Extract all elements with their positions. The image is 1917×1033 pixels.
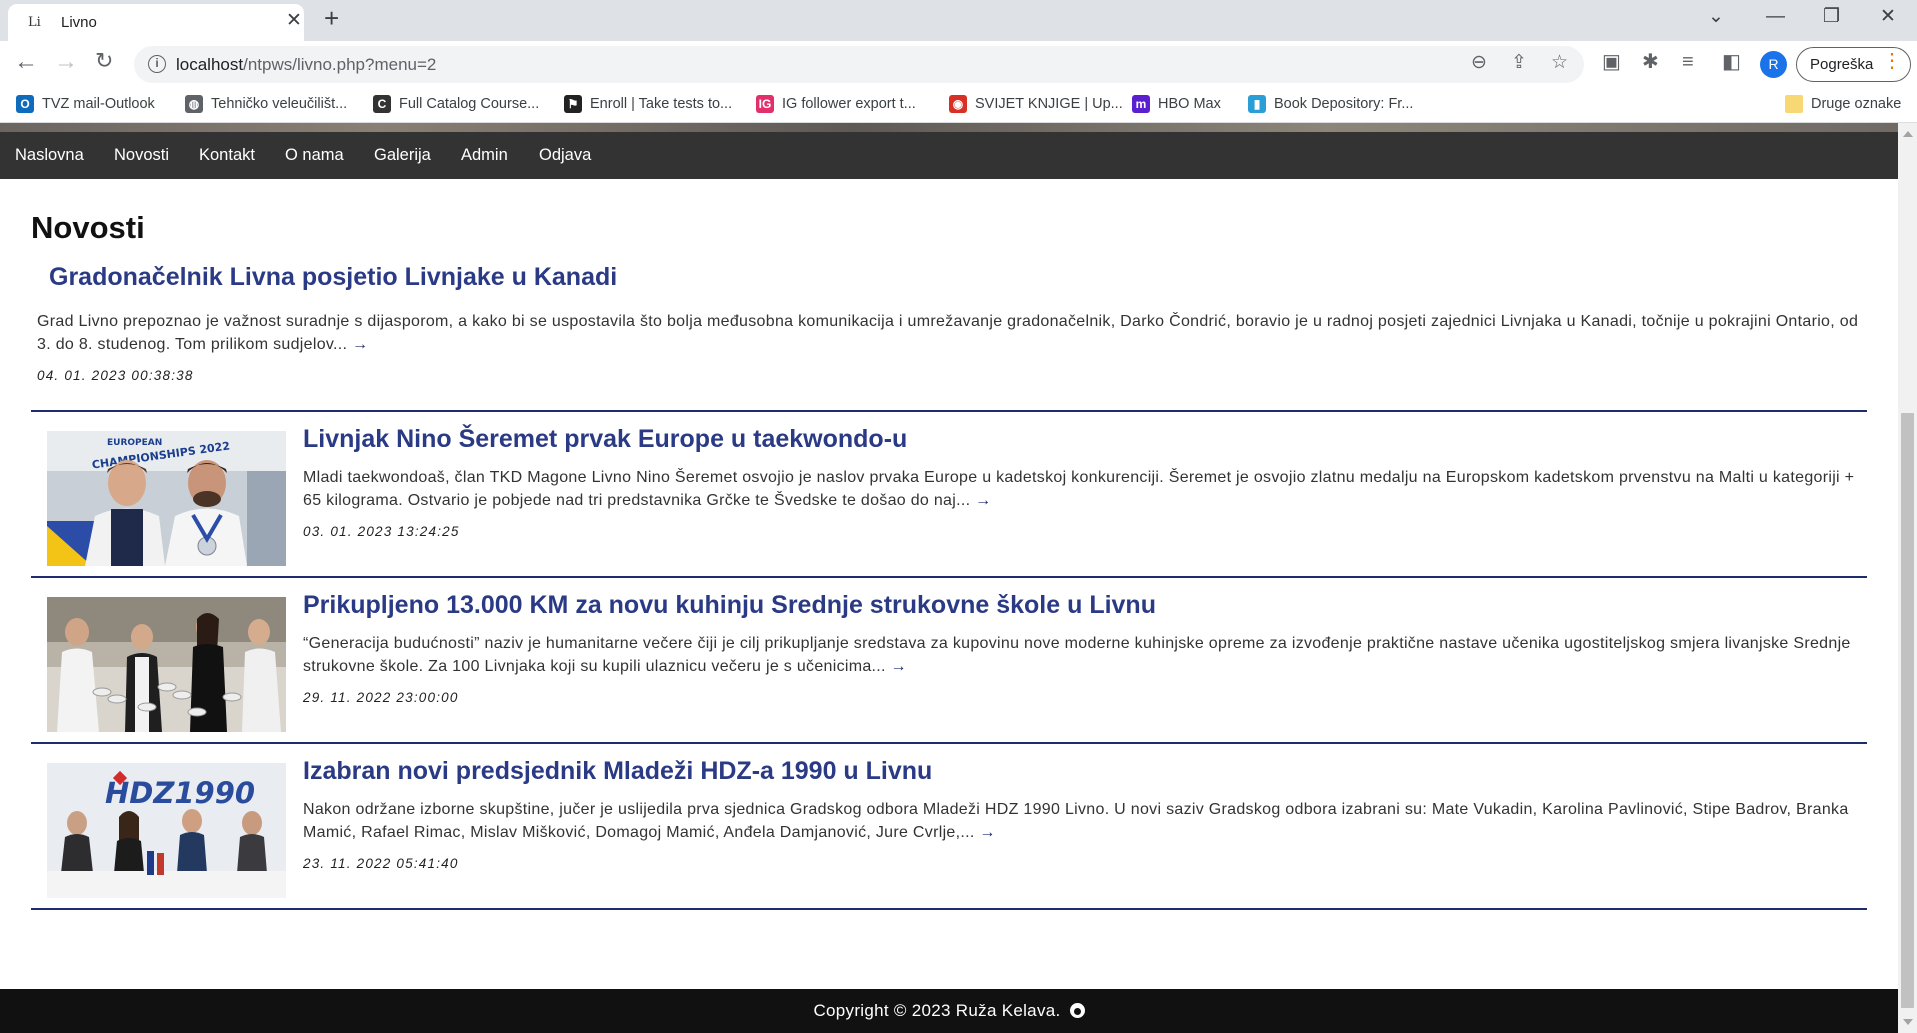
url-text[interactable]: localhost/ntpws/livno.php?menu=2: [176, 55, 436, 75]
nav-link-kontakt[interactable]: Kontakt: [199, 146, 255, 165]
address-bar[interactable]: i localhost/ntpws/livno.php?menu=2 ⊖ ⇪ ☆: [134, 46, 1584, 83]
main-navbar: Naslovna Novosti Kontakt O nama Galerija Admi…: [0, 132, 1898, 179]
article-excerpt: Mladi taekwondoaš, član TKD Magone Livno…: [303, 469, 1855, 509]
extension-icon[interactable]: ▣: [1602, 52, 1621, 72]
article-thumbnail[interactable]: EUROPEAN CHAMPIONSHIPS 2022: [47, 431, 286, 566]
read-more-arrow-icon[interactable]: →: [891, 658, 907, 675]
page-viewport: Naslovna Novosti Kontakt O nama Galerija Admi…: [0, 123, 1898, 1033]
bookmark-star-icon[interactable]: ☆: [1551, 53, 1568, 72]
read-more-arrow-icon[interactable]: →: [975, 492, 991, 509]
article-excerpt: Grad Livno prepoznao je važnost suradnje…: [37, 313, 1859, 353]
footer-copyright: Copyright © 2023 Ruža Kelava.: [0, 1001, 1898, 1021]
book-depository-icon: ▮: [1248, 95, 1266, 113]
folder-icon: [1785, 95, 1803, 113]
article-thumbnail[interactable]: HDZ1990: [47, 763, 286, 898]
github-icon[interactable]: [1069, 1003, 1085, 1018]
news-article: Gradonačelnik Livna posjetio Livnjake u …: [31, 258, 1867, 412]
bookmark-item[interactable]: ⚑ Enroll | Take tests to...: [564, 95, 732, 117]
article-title[interactable]: Gradonačelnik Livna posjetio Livnjake u …: [49, 263, 617, 292]
nav-link-o-nama[interactable]: O nama: [285, 146, 344, 165]
bookmark-item[interactable]: IG IG follower export t...: [756, 95, 916, 117]
puzzle-extensions-icon[interactable]: ✱: [1642, 52, 1659, 72]
hdz-meeting-photo: HDZ1990: [47, 763, 286, 898]
bookmarks-bar: Druge oznake O TVZ mail-Outlook ◍ Tehničko …: [0, 89, 1917, 123]
more-menu-icon: ⋮: [1882, 50, 1902, 72]
nav-link-naslovna[interactable]: Naslovna: [15, 146, 84, 165]
minimize-icon[interactable]: —: [1766, 7, 1785, 26]
bookmark-item[interactable]: ◍ Tehničko veleučilišt...: [185, 95, 347, 117]
article-date: 04. 01. 2023 00:38:38: [37, 368, 194, 383]
news-article: Prikupljeno 13.000 KM za novu kuhinju Sr…: [31, 580, 1867, 744]
browser-tabstrip: Li Livno ✕ + ⌄ — ❐ ✕: [0, 0, 1917, 41]
catalog-icon: C: [373, 95, 391, 113]
page-scrollbar[interactable]: [1898, 123, 1917, 1033]
tab-title: Livno: [61, 14, 97, 31]
article-date: 23. 11. 2022 05:41:40: [303, 856, 459, 871]
tab-favicon-icon: Li: [28, 15, 41, 30]
read-more-arrow-icon[interactable]: →: [352, 336, 368, 353]
tab-close-icon[interactable]: ✕: [286, 11, 302, 30]
scroll-down-icon[interactable]: [1903, 1019, 1913, 1025]
article-title[interactable]: Izabran novi predsjednik Mladeži HDZ-a 1…: [303, 757, 932, 786]
news-article: HDZ1990 Izabran novi predsjednik Mladeži…: [31, 746, 1867, 910]
bookmark-item[interactable]: m HBO Max: [1132, 95, 1221, 117]
browser-toolbar: ← → ↻ i localhost/ntpws/livno.php?menu=2…: [0, 41, 1917, 89]
article-excerpt: “Generacija budućnosti” naziv je humanit…: [303, 635, 1851, 675]
ig-export-icon: IG: [756, 95, 774, 113]
kitchen-dinner-photo: [47, 597, 286, 732]
read-more-arrow-icon[interactable]: →: [979, 824, 995, 841]
header-image-strip: [0, 123, 1898, 132]
other-bookmarks-folder[interactable]: Druge oznake: [1785, 95, 1901, 117]
scroll-up-icon[interactable]: [1903, 131, 1913, 137]
media-control-icon[interactable]: ≡: [1682, 52, 1694, 72]
hbo-max-icon: m: [1132, 95, 1150, 113]
new-tab-icon[interactable]: +: [324, 5, 339, 31]
browser-tab[interactable]: Li Livno ✕: [8, 4, 304, 41]
forward-icon[interactable]: →: [54, 50, 78, 74]
svijet-knjige-icon: ◉: [949, 95, 967, 113]
back-icon[interactable]: ←: [14, 50, 38, 74]
photo-banner-text: EUROPEAN: [107, 438, 162, 448]
site-info-icon[interactable]: i: [148, 55, 166, 73]
page-footer: Copyright © 2023 Ruža Kelava.: [0, 989, 1898, 1033]
nav-link-galerija[interactable]: Galerija: [374, 146, 431, 165]
bookmark-item[interactable]: ◉ SVIJET KNJIGE | Up...: [949, 95, 1123, 117]
enroll-icon: ⚑: [564, 95, 582, 113]
nav-link-novosti[interactable]: Novosti: [114, 146, 169, 165]
news-article: EUROPEAN CHAMPIONSHIPS 2022 Livnjak Nino…: [31, 414, 1867, 578]
scrollbar-thumb[interactable]: [1901, 413, 1914, 1008]
side-panel-icon[interactable]: ◧: [1722, 52, 1741, 72]
window-close-icon[interactable]: ✕: [1880, 7, 1896, 26]
page-title: Novosti: [31, 210, 145, 245]
zoom-icon[interactable]: ⊖: [1471, 53, 1487, 72]
article-thumbnail[interactable]: [47, 597, 286, 732]
article-date: 03. 01. 2023 13:24:25: [303, 524, 460, 539]
article-date: 29. 11. 2022 23:00:00: [303, 690, 459, 705]
error-button[interactable]: Pogreška ⋮: [1796, 47, 1911, 82]
bookmark-item[interactable]: ▮ Book Depository: Fr...: [1248, 95, 1413, 117]
article-title[interactable]: Livnjak Nino Šeremet prvak Europe u taek…: [303, 425, 907, 454]
nav-link-admin[interactable]: Admin: [461, 146, 508, 165]
bookmark-item[interactable]: O TVZ mail-Outlook: [16, 95, 155, 117]
restore-icon[interactable]: ❐: [1823, 7, 1840, 26]
reload-icon[interactable]: ↻: [95, 50, 113, 72]
bookmark-item[interactable]: C Full Catalog Course...: [373, 95, 539, 117]
taekwondo-photo: EUROPEAN CHAMPIONSHIPS 2022: [47, 431, 286, 566]
nav-link-odjava[interactable]: Odjava: [539, 146, 591, 165]
tab-search-chevron-icon[interactable]: ⌄: [1708, 7, 1724, 26]
outlook-icon: O: [16, 95, 34, 113]
globe-icon: ◍: [185, 95, 203, 113]
article-excerpt: Nakon održane izborne skupštine, jučer j…: [303, 801, 1849, 841]
article-title[interactable]: Prikupljeno 13.000 KM za novu kuhinju Sr…: [303, 591, 1156, 620]
profile-avatar[interactable]: R: [1760, 51, 1787, 78]
hdz-logo-text: HDZ1990: [105, 776, 255, 810]
share-icon[interactable]: ⇪: [1511, 53, 1527, 72]
